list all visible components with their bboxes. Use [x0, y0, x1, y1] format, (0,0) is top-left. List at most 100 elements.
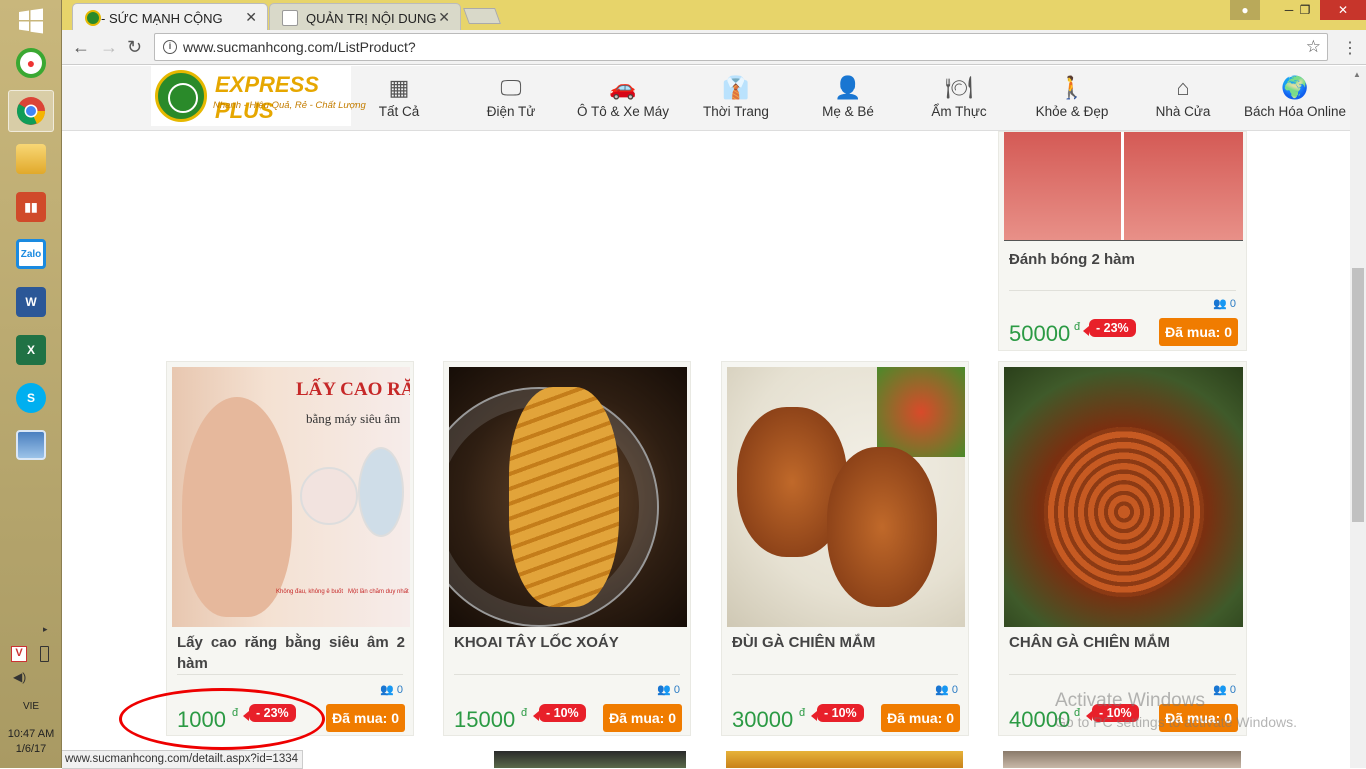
product-image[interactable]: [727, 367, 965, 627]
buyers-count: 👥 0: [1213, 298, 1236, 310]
tab-quan-tri[interactable]: QUẢN TRỊ NỘI DUNG ✕: [269, 3, 461, 30]
currency-symbol: đ: [521, 707, 528, 719]
app-green-icon[interactable]: ●: [8, 42, 54, 84]
garnish: [877, 367, 965, 457]
product-name[interactable]: Đánh bóng 2 hàm: [1009, 249, 1135, 270]
file-explorer-icon[interactable]: [8, 138, 54, 180]
house-icon: ⌂: [1176, 75, 1190, 100]
browser-toolbar: ← → ↻ i www.sucmanhcong.com/ListProduct?…: [62, 30, 1366, 65]
word-icon[interactable]: W: [8, 281, 54, 323]
logo-brand: EXPRESS PLUS: [215, 72, 319, 123]
buyers-count: 👥 0: [657, 684, 680, 696]
bookmark-star-icon[interactable]: ☆: [1306, 37, 1321, 57]
site-info-icon[interactable]: i: [163, 40, 177, 54]
tray-expand-icon[interactable]: ▸: [43, 624, 48, 635]
skype-icon[interactable]: S: [8, 377, 54, 419]
tab-sucmanhcong[interactable]: - SỨC MẠNH CỘNG ✕: [72, 3, 268, 30]
product-image[interactable]: LẤY CAO RĂNG bằng máy siêu âm Không đau,…: [172, 367, 410, 627]
vertical-scrollbar[interactable]: ▲: [1350, 66, 1366, 768]
start-icon[interactable]: [8, 0, 54, 42]
product-price: 30000: [732, 707, 794, 732]
divider: [1009, 290, 1236, 291]
forward-arrow-icon[interactable]: →: [100, 38, 118, 56]
category-me-be[interactable]: 👤 Mẹ & Bé: [792, 74, 904, 119]
product-image[interactable]: [1004, 132, 1243, 241]
category-nha-cua[interactable]: ⌂ Nhà Cửa: [1127, 74, 1239, 119]
category-label: Thời Trang: [703, 104, 769, 119]
input-language[interactable]: VIE: [0, 700, 62, 714]
scrollbar-thumb[interactable]: [1352, 268, 1364, 522]
product-card[interactable]: KHOAI TÂY LỐC XOÁY 👥 0 15000 đ - 10% Đã …: [443, 361, 691, 736]
product-name[interactable]: Lấy cao răng bằng siêu âm 2 hàm: [177, 632, 405, 674]
category-tat-ca[interactable]: ▦ Tất Cả: [343, 74, 455, 119]
antivirus-icon[interactable]: V: [11, 646, 27, 662]
product-card[interactable]: LẤY CAO RĂNG bằng máy siêu âm Không đau,…: [166, 361, 414, 736]
person-icon: 👤: [834, 75, 862, 100]
category-thoi-trang[interactable]: 👔 Thời Trang: [680, 74, 792, 119]
buyers-value: 0: [951, 684, 958, 696]
volume-icon[interactable]: ◀): [13, 670, 26, 684]
product-name[interactable]: KHOAI TÂY LỐC XOÁY: [454, 632, 619, 653]
discount-badge: - 10%: [533, 704, 586, 722]
back-arrow-icon[interactable]: ←: [72, 38, 90, 56]
bought-count-button[interactable]: Đã mua: 0: [326, 704, 405, 732]
foxit-icon[interactable]: ▮▮: [8, 186, 54, 228]
product-card[interactable]: Đánh bóng 2 hàm 👥 0 50000 đ - 23% Đã mua…: [998, 131, 1247, 351]
fashion-icon: 👔: [722, 75, 750, 100]
close-tab-icon[interactable]: ✕: [245, 9, 257, 26]
clock-date[interactable]: 1/6/17: [0, 742, 62, 756]
product-image[interactable]: [1004, 367, 1243, 627]
category-label: Ô Tô & Xe Máy: [576, 104, 670, 119]
product-card[interactable]: ĐÙI GÀ CHIÊN MẮM 👥 0 30000 đ - 10% Đã mu…: [721, 361, 969, 736]
buyers-count: 👥 0: [1213, 684, 1236, 696]
zalo-icon[interactable]: Zalo: [8, 233, 54, 275]
product-image-peek[interactable]: [1003, 751, 1241, 768]
bought-count-button[interactable]: Đã mua: 0: [881, 704, 960, 732]
product-name[interactable]: ĐÙI GÀ CHIÊN MẮM: [732, 632, 875, 653]
spiral-potato: [509, 387, 619, 607]
chrome-icon[interactable]: [8, 90, 54, 132]
discount-badge: - 10%: [811, 704, 864, 722]
battery-icon[interactable]: [40, 646, 49, 662]
reload-icon[interactable]: ↻: [127, 38, 142, 56]
model-face: [182, 397, 292, 617]
photos-icon[interactable]: [8, 424, 54, 466]
product-image[interactable]: [449, 367, 687, 627]
category-label: Điện Tử: [486, 104, 536, 119]
discount-badge: - 23%: [1083, 319, 1136, 337]
category-oto-xe-may[interactable]: 🚗 Ô Tô & Xe Máy: [567, 74, 679, 119]
chrome-menu-icon[interactable]: ⋮: [1342, 38, 1358, 58]
buyers-value: 0: [1229, 298, 1236, 310]
image-footnote-2: Một lần chăm duy nhất: [348, 589, 409, 595]
scroll-up-icon[interactable]: ▲: [1353, 70, 1361, 79]
user-profile-icon[interactable]: ●: [1230, 0, 1260, 20]
new-tab-button[interactable]: [463, 8, 501, 24]
category-dien-tu[interactable]: 🖵 Điện Tử: [455, 74, 567, 119]
chicken-drumstick: [827, 447, 937, 607]
excel-icon[interactable]: X: [8, 329, 54, 371]
close-tab-icon[interactable]: ✕: [438, 9, 450, 26]
activate-windows-subtitle: Go to PC settings to activate Windows.: [1055, 714, 1297, 730]
category-label: Khỏe & Đẹp: [1035, 104, 1109, 119]
category-bach-hoa-online[interactable]: 🌍 Bách Hóa Online: [1237, 74, 1353, 119]
clock-time[interactable]: 10:47 AM: [0, 727, 62, 741]
buyers-value: 0: [1229, 684, 1236, 696]
divider: [177, 674, 403, 675]
product-card[interactable]: CHÂN GÀ CHIÊN MẮM 👥 0 40000 đ - 10% Đã m…: [998, 361, 1247, 736]
address-bar[interactable]: i www.sucmanhcong.com/ListProduct? ☆: [154, 33, 1328, 61]
bought-count-button[interactable]: Đã mua: 0: [1159, 318, 1238, 346]
restore-button[interactable]: ❐: [1290, 0, 1320, 20]
site-favicon-icon: [85, 10, 101, 26]
bought-count-button[interactable]: Đã mua: 0: [603, 704, 682, 732]
product-name[interactable]: CHÂN GÀ CHIÊN MẮM: [1009, 632, 1170, 653]
divider: [1009, 674, 1236, 675]
site-logo[interactable]: EXPRESS PLUS Nhanh - Hiệu Quả, Rẻ - Chất…: [151, 66, 366, 126]
product-image-peek[interactable]: [726, 751, 963, 768]
close-window-button[interactable]: ✕: [1320, 0, 1366, 20]
status-bar-url: www.sucmanhcong.com/detailt.aspx?id=1334: [62, 750, 304, 769]
category-am-thuc[interactable]: 🍽 Ẩm Thực: [903, 74, 1015, 119]
category-khoe-dep[interactable]: 🚶 Khỏe & Đẹp: [1016, 74, 1128, 119]
product-image-peek[interactable]: [494, 751, 686, 768]
tab-title: - SỨC MẠNH CỘNG: [101, 11, 223, 26]
monitor-icon: 🖵: [500, 75, 522, 100]
